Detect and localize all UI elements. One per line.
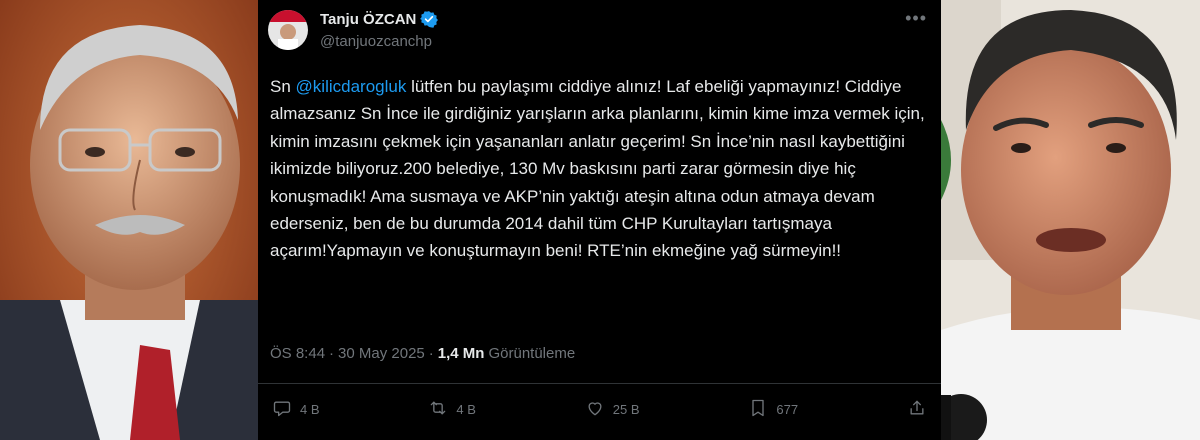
bookmark-icon xyxy=(748,398,768,421)
divider xyxy=(258,383,941,384)
author-avatar[interactable] xyxy=(268,10,308,50)
tweet-date[interactable]: 30 May 2025 xyxy=(338,345,425,362)
more-horizontal-icon[interactable]: ••• xyxy=(905,8,927,29)
right-photo xyxy=(941,0,1200,440)
action-bar: 4 B 4 B 25 B 677 xyxy=(272,398,927,421)
left-photo xyxy=(0,0,258,440)
repost-button[interactable]: 4 B xyxy=(428,398,476,421)
bookmark-button[interactable]: 677 xyxy=(748,398,798,421)
repost-count: 4 B xyxy=(456,402,476,417)
author-name[interactable]: Tanju ÖZCAN xyxy=(320,11,416,28)
tweet-card[interactable]: Tanju ÖZCAN @tanjuozcanchp ••• Sn @kilic… xyxy=(258,0,941,440)
like-count: 25 B xyxy=(612,402,640,417)
author-name-row[interactable]: Tanju ÖZCAN xyxy=(320,10,439,28)
meta-dot-2: · xyxy=(428,345,434,362)
mention-link[interactable]: @kilicdarogluk xyxy=(296,77,407,96)
tweet-time[interactable]: ÖS 8:44 xyxy=(270,345,325,362)
meta-dot: · xyxy=(329,345,335,362)
reply-count: 4 B xyxy=(300,402,320,417)
bookmark-count: 677 xyxy=(776,402,799,417)
tweet-text: Sn @kilicdarogluk lütfen bu paylaşımı ci… xyxy=(270,73,930,265)
tweet-meta: ÖS 8:44 · 30 May 2025 · 1,4 Mn Görüntüle… xyxy=(270,345,575,362)
author-handle[interactable]: @tanjuozcanchp xyxy=(320,33,432,50)
views-count: 1,4 Mn xyxy=(437,345,485,362)
text-prefix: Sn xyxy=(270,77,296,96)
heart-icon xyxy=(585,398,605,421)
text-body: lütfen bu paylaşımı ciddiye alınız! Laf … xyxy=(270,77,925,261)
repost-icon xyxy=(428,398,448,421)
like-button[interactable]: 25 B xyxy=(585,398,640,421)
reply-icon xyxy=(272,398,292,421)
verified-badge-icon xyxy=(420,10,439,28)
views-label: Görüntüleme xyxy=(488,345,576,362)
share-icon xyxy=(907,398,927,421)
reply-button[interactable]: 4 B xyxy=(272,398,320,421)
share-button[interactable] xyxy=(907,398,927,421)
